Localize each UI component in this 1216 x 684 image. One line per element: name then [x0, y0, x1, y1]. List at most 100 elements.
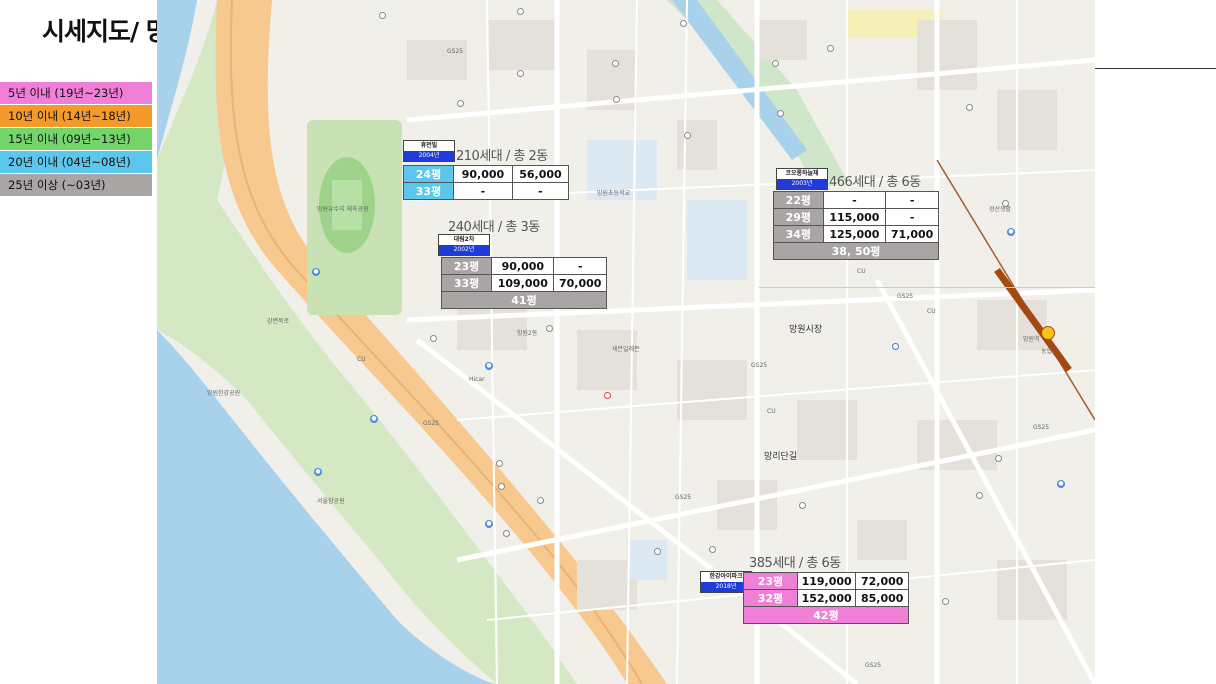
map-label-hicar: Hicar [469, 376, 485, 383]
legend-item-10yr: 10년 이내 (14년~18년) [0, 105, 152, 128]
poi-pin[interactable] [709, 546, 716, 553]
complex-name: 대림2차 [453, 236, 475, 243]
table-row: 33평 109,000 70,000 [440, 274, 607, 292]
poi-pin[interactable] [496, 460, 503, 467]
pyeong-cell: 32평 [743, 589, 798, 607]
poi-pin[interactable] [799, 502, 806, 509]
complex-name: 코오롱하늘채 [785, 170, 819, 177]
price-cell: - [822, 191, 887, 209]
complex-name: 휴먼빌 [420, 142, 438, 149]
poi-pin[interactable] [503, 530, 510, 537]
price-cell: 109,000 [491, 274, 555, 292]
complex-tag[interactable]: 대림2차 2002년 [438, 234, 490, 256]
bus-icon[interactable]: ● [485, 362, 493, 370]
poi-pin[interactable] [942, 598, 949, 605]
poi-pin[interactable] [517, 70, 524, 77]
table-row: 34평 125,000 71,000 [773, 225, 939, 243]
pyeong-cell: 23평 [440, 257, 493, 275]
map-label-cu-2: CU [927, 308, 936, 315]
map-label-nonghyup: 농협 [1041, 348, 1053, 355]
price-cell: 72,000 [855, 572, 909, 590]
map-label-gs25: GS25 [447, 48, 464, 55]
poi-pin[interactable] [537, 497, 544, 504]
complex-tag[interactable]: 코오롱하늘채 2003년 [776, 168, 828, 190]
extra-sizes-cell: 42평 [743, 606, 909, 624]
legend-item-5yr: 5년 이내 (19년~23년) [0, 82, 152, 105]
poi-pin[interactable] [995, 455, 1002, 462]
poi-pin[interactable] [604, 392, 611, 399]
map-label-mangwon-station: 망원역 [1023, 336, 1040, 343]
poi-pin[interactable] [827, 45, 834, 52]
poi-pin[interactable] [612, 60, 619, 67]
price-cell: 115,000 [822, 208, 887, 226]
pyeong-cell: 29평 [773, 208, 824, 226]
price-cell: - [885, 191, 939, 209]
map-base [157, 0, 1095, 684]
poi-pin[interactable] [966, 104, 973, 111]
price-cell: 70,000 [553, 274, 607, 292]
bus-icon[interactable]: ● [1007, 228, 1015, 236]
extra-sizes-cell: 38, 50평 [773, 242, 939, 260]
map-label-seongsan: 성산생활 [989, 206, 1012, 213]
poi-pin[interactable] [457, 100, 464, 107]
bus-icon[interactable]: ● [485, 520, 493, 528]
bus-icon[interactable]: ● [1057, 480, 1065, 488]
map-label-hangang-park: 망원한강공원 [207, 390, 241, 397]
poi-pin[interactable] [777, 110, 784, 117]
poi-pin[interactable] [684, 132, 691, 139]
table-row: 38, 50평 [773, 242, 939, 260]
pyeong-cell: 34평 [773, 225, 824, 243]
poi-pin[interactable] [498, 483, 505, 490]
poi-pin[interactable] [772, 60, 779, 67]
pyeong-cell: 33평 [440, 274, 493, 292]
poi-pin[interactable] [892, 343, 899, 350]
map-label-gs25-7: GS25 [897, 293, 914, 300]
map-view[interactable]: 망원시장 망리단길 망원역 농협 망원유수지 체육공원 망원한강공원 서울함공원… [157, 0, 1095, 684]
table-row: 32평 152,000 85,000 [743, 589, 909, 607]
poi-pin[interactable] [430, 335, 437, 342]
poi-pin[interactable] [517, 8, 524, 15]
table-row: 23평 90,000 - [440, 257, 607, 275]
age-legend: 5년 이내 (19년~23년) 10년 이내 (14년~18년) 15년 이내 … [0, 82, 152, 197]
pyeong-cell: 22평 [773, 191, 824, 209]
table-row: 24평 90,000 56,000 [402, 165, 570, 183]
pyeong-cell: 33평 [402, 182, 455, 200]
price-cell: 152,000 [796, 589, 857, 607]
map-label-sports-park: 망원유수지 체육공원 [317, 206, 369, 213]
map-label-cu-3: CU [767, 408, 776, 415]
table-row: 33평 - - [402, 182, 570, 200]
poi-pin[interactable] [680, 20, 687, 27]
bus-icon[interactable]: ● [314, 468, 322, 476]
table-row: 42평 [743, 606, 909, 624]
poi-pin[interactable] [654, 548, 661, 555]
poi-pin[interactable] [613, 96, 620, 103]
table-row: 23평 119,000 72,000 [743, 572, 909, 590]
pyeong-cell: 23평 [743, 572, 798, 590]
map-label-gs25-5: GS25 [865, 662, 882, 669]
price-cell: - [511, 182, 570, 200]
legend-item-20yr: 20년 이내 (04년~08년) [0, 151, 152, 174]
map-label-mangwon2: 망원2동 [517, 330, 538, 337]
price-cell: - [553, 257, 607, 275]
poi-pin[interactable] [379, 12, 386, 19]
map-label-gs25-6: GS25 [1033, 424, 1050, 431]
households-label: 385세대 / 총 6동 [749, 556, 841, 571]
map-label-gs25-2: GS25 [751, 362, 768, 369]
table-row: 41평 [441, 291, 607, 309]
bus-icon[interactable]: ● [312, 268, 320, 276]
households-label: 466세대 / 총 6동 [829, 175, 921, 190]
bus-icon[interactable]: ● [370, 415, 378, 423]
pyeong-cell: 24평 [402, 165, 455, 183]
poi-pin[interactable] [976, 492, 983, 499]
table-row: 29평 115,000 - [773, 208, 939, 226]
poi-pin[interactable] [546, 325, 553, 332]
price-cell: 85,000 [855, 589, 909, 607]
price-table: 23평 119,000 72,000 32평 152,000 85,000 42… [743, 572, 909, 624]
price-table: 22평 - - 29평 115,000 - 34평 125,000 71,000… [773, 191, 939, 260]
price-cell: - [453, 182, 513, 200]
map-label-cu: CU [357, 356, 366, 363]
poi-pin[interactable] [1002, 200, 1009, 207]
complex-tag[interactable]: 휴먼빌 2004년 [403, 140, 455, 162]
price-cell: 71,000 [885, 225, 939, 243]
subway-station-icon[interactable] [1041, 326, 1055, 340]
